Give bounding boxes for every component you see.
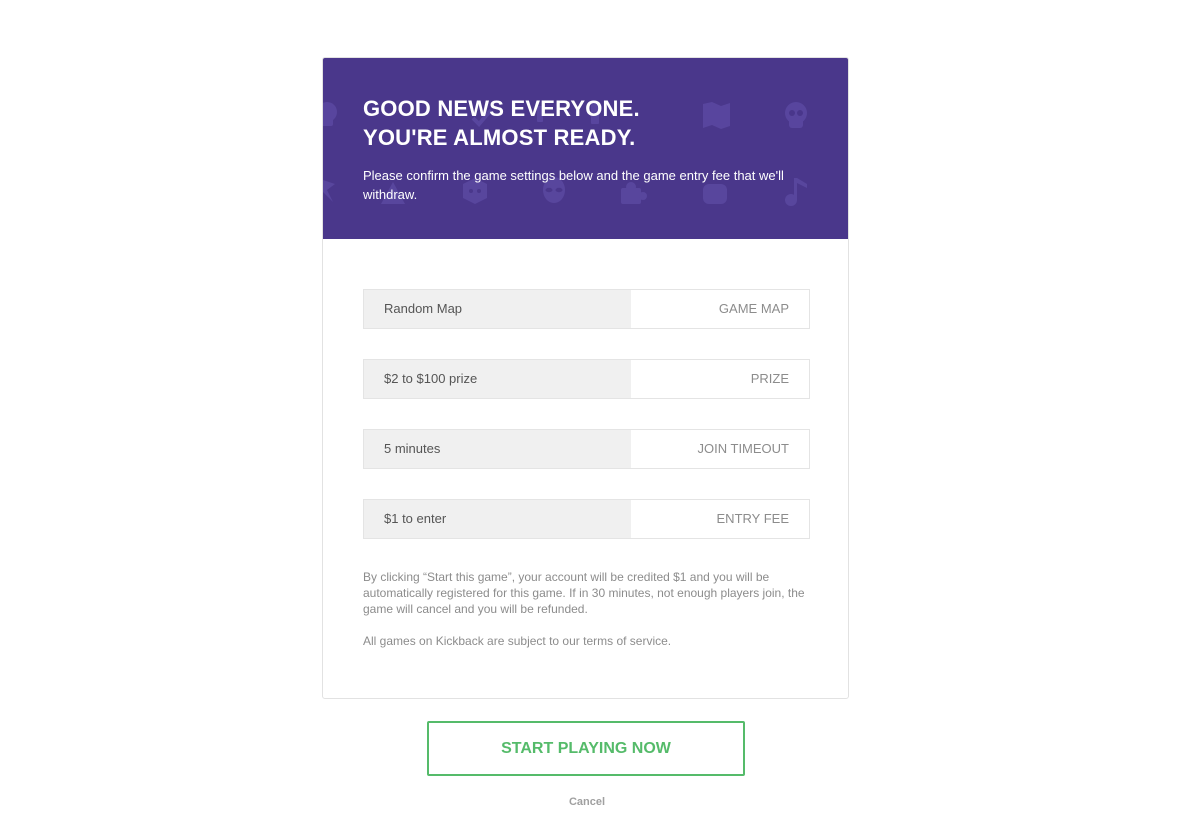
dialog-header: GOOD NEWS EVERYONE. YOU'RE ALMOST READY.…	[323, 58, 848, 239]
dialog-title: GOOD NEWS EVERYONE. YOU'RE ALMOST READY.	[363, 94, 640, 152]
setting-label: ENTRY FEE	[631, 500, 809, 538]
skull-icon-left	[323, 102, 337, 126]
setting-row-join-timeout: 5 minutes JOIN TIMEOUT	[363, 429, 810, 469]
setting-value: Random Map	[364, 290, 631, 328]
setting-row-game-map: Random Map GAME MAP	[363, 289, 810, 329]
setting-label: GAME MAP	[631, 290, 809, 328]
cancel-link[interactable]: Cancel	[527, 796, 647, 808]
start-playing-button[interactable]: START PLAYING NOW	[427, 721, 745, 776]
dialog-subtitle: Please confirm the game settings below a…	[363, 168, 784, 202]
terms-text: All games on Kickback are subject to our…	[363, 634, 672, 648]
disclaimer-text: By clicking “Start this game”, your acco…	[363, 570, 805, 616]
setting-row-entry-fee: $1 to enter ENTRY FEE	[363, 499, 810, 539]
dialog-title-line-2: YOU'RE ALMOST READY.	[363, 125, 636, 150]
map-icon	[703, 102, 730, 129]
setting-label: JOIN TIMEOUT	[631, 430, 809, 468]
setting-value: 5 minutes	[364, 430, 631, 468]
skull-icon	[785, 102, 807, 128]
lightning-icon	[323, 180, 335, 202]
setting-label: PRIZE	[631, 360, 809, 398]
confirm-dialog: GOOD NEWS EVERYONE. YOU'RE ALMOST READY.…	[322, 57, 849, 699]
setting-row-prize: $2 to $100 prize PRIZE	[363, 359, 810, 399]
setting-value: $2 to $100 prize	[364, 360, 631, 398]
dialog-title-line-1: GOOD NEWS EVERYONE.	[363, 96, 640, 121]
setting-value: $1 to enter	[364, 500, 631, 538]
